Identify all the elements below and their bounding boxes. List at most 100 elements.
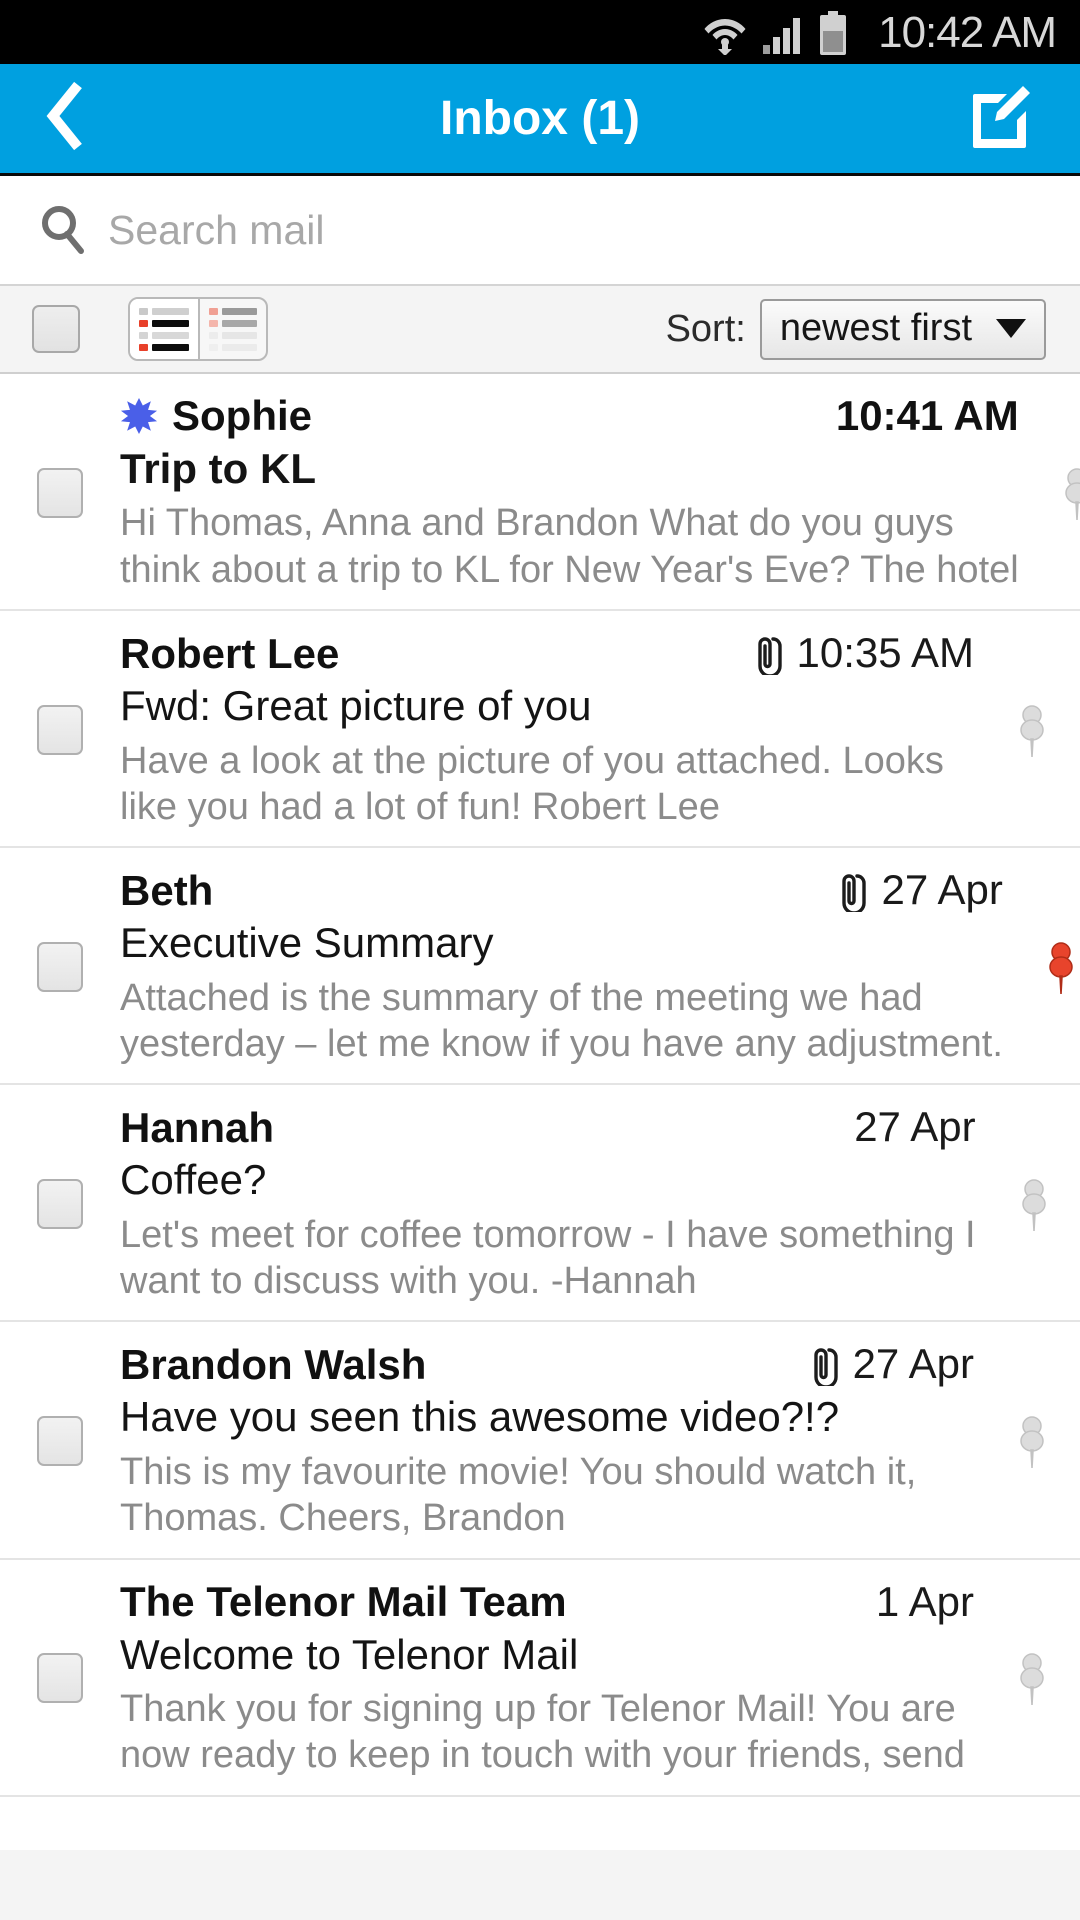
view-toggle-dot xyxy=(139,307,148,315)
mail-preview-line: Attached is the summary of the meeting w… xyxy=(120,976,923,1019)
mail-row-pin-cell xyxy=(1013,866,1080,1067)
pin-icon[interactable] xyxy=(1017,1177,1051,1231)
mail-subject: Fwd: Great picture of you xyxy=(120,682,592,730)
list-toolbar: Sort: newest first xyxy=(0,286,1080,374)
search-input[interactable] xyxy=(108,206,808,254)
mail-preview: This is my favourite movie! You should w… xyxy=(120,1449,974,1542)
mail-preview-line: Have a look at the picture of you attach… xyxy=(120,739,944,782)
mail-row-checkbox[interactable] xyxy=(37,467,83,518)
sort-dropdown[interactable]: newest first xyxy=(759,298,1046,360)
comfortable-view-button[interactable] xyxy=(198,299,266,359)
mail-subject: Trip to KL xyxy=(120,445,316,492)
pin-icon[interactable] xyxy=(1060,466,1080,520)
mail-sender: The Telenor Mail Team xyxy=(120,1578,567,1626)
mail-preview: Hi Thomas, Anna and Brandon What do you … xyxy=(120,500,1019,593)
mail-row[interactable]: Beth 27 Apr Executive Summary Attached is t… xyxy=(0,848,1080,1086)
view-toggle-line xyxy=(209,331,257,339)
view-toggle-dot xyxy=(139,331,148,339)
mail-preview-line: This is my favourite movie! You should w… xyxy=(120,1450,917,1493)
attachment-icon xyxy=(833,870,867,915)
mail-row-checkbox[interactable] xyxy=(37,1415,83,1466)
mail-row-meta: 1 Apr xyxy=(876,1578,974,1626)
mail-row-checkbox[interactable] xyxy=(37,1653,83,1704)
pin-icon[interactable] xyxy=(1044,940,1078,994)
mail-row-checkbox-cell xyxy=(0,866,120,1067)
mail-date: 27 Apr xyxy=(852,1340,974,1388)
view-toggle-dot xyxy=(209,331,218,339)
view-toggle-dot xyxy=(209,319,218,327)
mail-preview: Let's meet for coffee tomorrow - I have … xyxy=(120,1212,976,1305)
signal-icon xyxy=(762,15,804,55)
view-toggle-line xyxy=(139,319,189,327)
pin-icon[interactable] xyxy=(1015,703,1049,757)
mail-row[interactable]: Sophie 10:41 AM Trip to KL Hi Thomas, Anna … xyxy=(0,374,1080,612)
mail-sender: Hannah xyxy=(120,1103,275,1151)
view-toggle-dot xyxy=(139,343,148,351)
back-button[interactable] xyxy=(0,63,130,175)
status-bar: 10:42 AM xyxy=(0,0,1080,64)
mail-list[interactable]: Sophie 10:41 AM Trip to KL Hi Thomas, Anna … xyxy=(0,374,1080,1850)
compose-button[interactable] xyxy=(954,63,1044,175)
view-toggle-bar xyxy=(222,307,257,315)
wifi-icon xyxy=(702,9,748,56)
mail-preview-line: think about a trip to KL for New Year's … xyxy=(120,548,1019,591)
list-footer xyxy=(0,1850,1080,1920)
app-bar: Inbox (1) xyxy=(0,64,1080,176)
view-toggle-dot xyxy=(209,343,218,351)
search-bar[interactable] xyxy=(0,176,1080,286)
mail-row-content: The Telenor Mail Team 1 Apr Welcome to Tel… xyxy=(120,1578,984,1779)
mail-row-content: Beth 27 Apr Executive Summary Attached is t… xyxy=(120,866,1013,1067)
mail-row-content: Robert Lee 10:35 AM Fwd: Great picture of … xyxy=(120,629,984,830)
chevron-down-icon xyxy=(996,318,1026,338)
mail-subject: Coffee? xyxy=(120,1156,267,1204)
mail-row-meta: 27 Apr xyxy=(805,1340,974,1390)
mail-preview-line: Thomas. Cheers, Brandon xyxy=(120,1497,566,1540)
mail-row-checkbox[interactable] xyxy=(37,1178,83,1229)
mail-sender: Beth xyxy=(120,866,214,914)
mail-row-header: The Telenor Mail Team 1 Apr xyxy=(120,1578,974,1626)
battery-icon xyxy=(818,11,848,55)
compact-view-button[interactable] xyxy=(130,299,198,359)
view-toggle-line xyxy=(139,331,189,339)
mail-row-checkbox-cell xyxy=(0,1340,120,1541)
page-title: Inbox (1) xyxy=(440,92,640,145)
mail-row-meta: 10:35 AM xyxy=(749,629,974,678)
mail-row-pin-cell xyxy=(984,629,1080,830)
sort-control: Sort: newest first xyxy=(666,298,1046,360)
mail-row-header: Robert Lee 10:35 AM xyxy=(120,629,974,678)
status-time: 10:42 AM xyxy=(878,8,1057,57)
attachment-icon xyxy=(749,633,783,678)
mail-row[interactable]: Brandon Walsh 27 Apr Have you seen this aw… xyxy=(0,1322,1080,1560)
mail-row-checkbox[interactable] xyxy=(37,941,83,992)
compose-icon xyxy=(967,84,1031,153)
mail-date: 10:41 AM xyxy=(835,392,1019,439)
mail-row[interactable]: Hannah 27 Apr Coffee? Let's meet for coffee… xyxy=(0,1085,1080,1323)
mail-row-header: Sophie 10:41 AM xyxy=(120,392,1019,440)
mail-row[interactable]: Robert Lee 10:35 AM Fwd: Great picture of … xyxy=(0,611,1080,849)
mail-row-checkbox-cell xyxy=(0,629,120,830)
pin-icon[interactable] xyxy=(1015,1651,1049,1706)
view-toggle-line xyxy=(209,343,257,351)
view-toggle-dot xyxy=(209,307,218,315)
view-toggle-bar xyxy=(152,319,189,327)
sort-selected-value: newest first xyxy=(779,306,972,349)
mail-row-header: Brandon Walsh 27 Apr xyxy=(120,1340,974,1390)
pin-icon[interactable] xyxy=(1015,1414,1049,1469)
mail-row-checkbox[interactable] xyxy=(37,704,83,755)
mail-row[interactable]: The Telenor Mail Team 1 Apr Welcome to Tel… xyxy=(0,1559,1080,1797)
attachment-icon xyxy=(805,1344,839,1390)
mail-preview-line: want to discuss with you. -Hannah xyxy=(120,1260,697,1303)
email-client-screen: 10:42 AM Inbox (1) Search mail Sort: new… xyxy=(0,0,1080,1920)
status-icon-group: 10:42 AM xyxy=(702,8,1057,57)
mail-sender: Brandon Walsh xyxy=(120,1340,427,1388)
mail-sender: Sophie xyxy=(172,392,313,440)
mail-row-meta: 27 Apr xyxy=(833,866,1003,915)
mail-row-meta: 10:41 AM xyxy=(836,392,1019,440)
select-all-checkbox[interactable] xyxy=(32,305,80,353)
mail-preview: Attached is the summary of the meeting w… xyxy=(120,975,1003,1068)
mail-subject: Welcome to Telenor Mail xyxy=(120,1630,579,1678)
mail-row-checkbox-cell xyxy=(0,1103,120,1304)
mail-row-content: Sophie 10:41 AM Trip to KL Hi Thomas, Anna … xyxy=(120,392,1029,593)
mail-row-pin-cell xyxy=(1029,392,1080,593)
view-toggle-bar xyxy=(152,331,189,339)
